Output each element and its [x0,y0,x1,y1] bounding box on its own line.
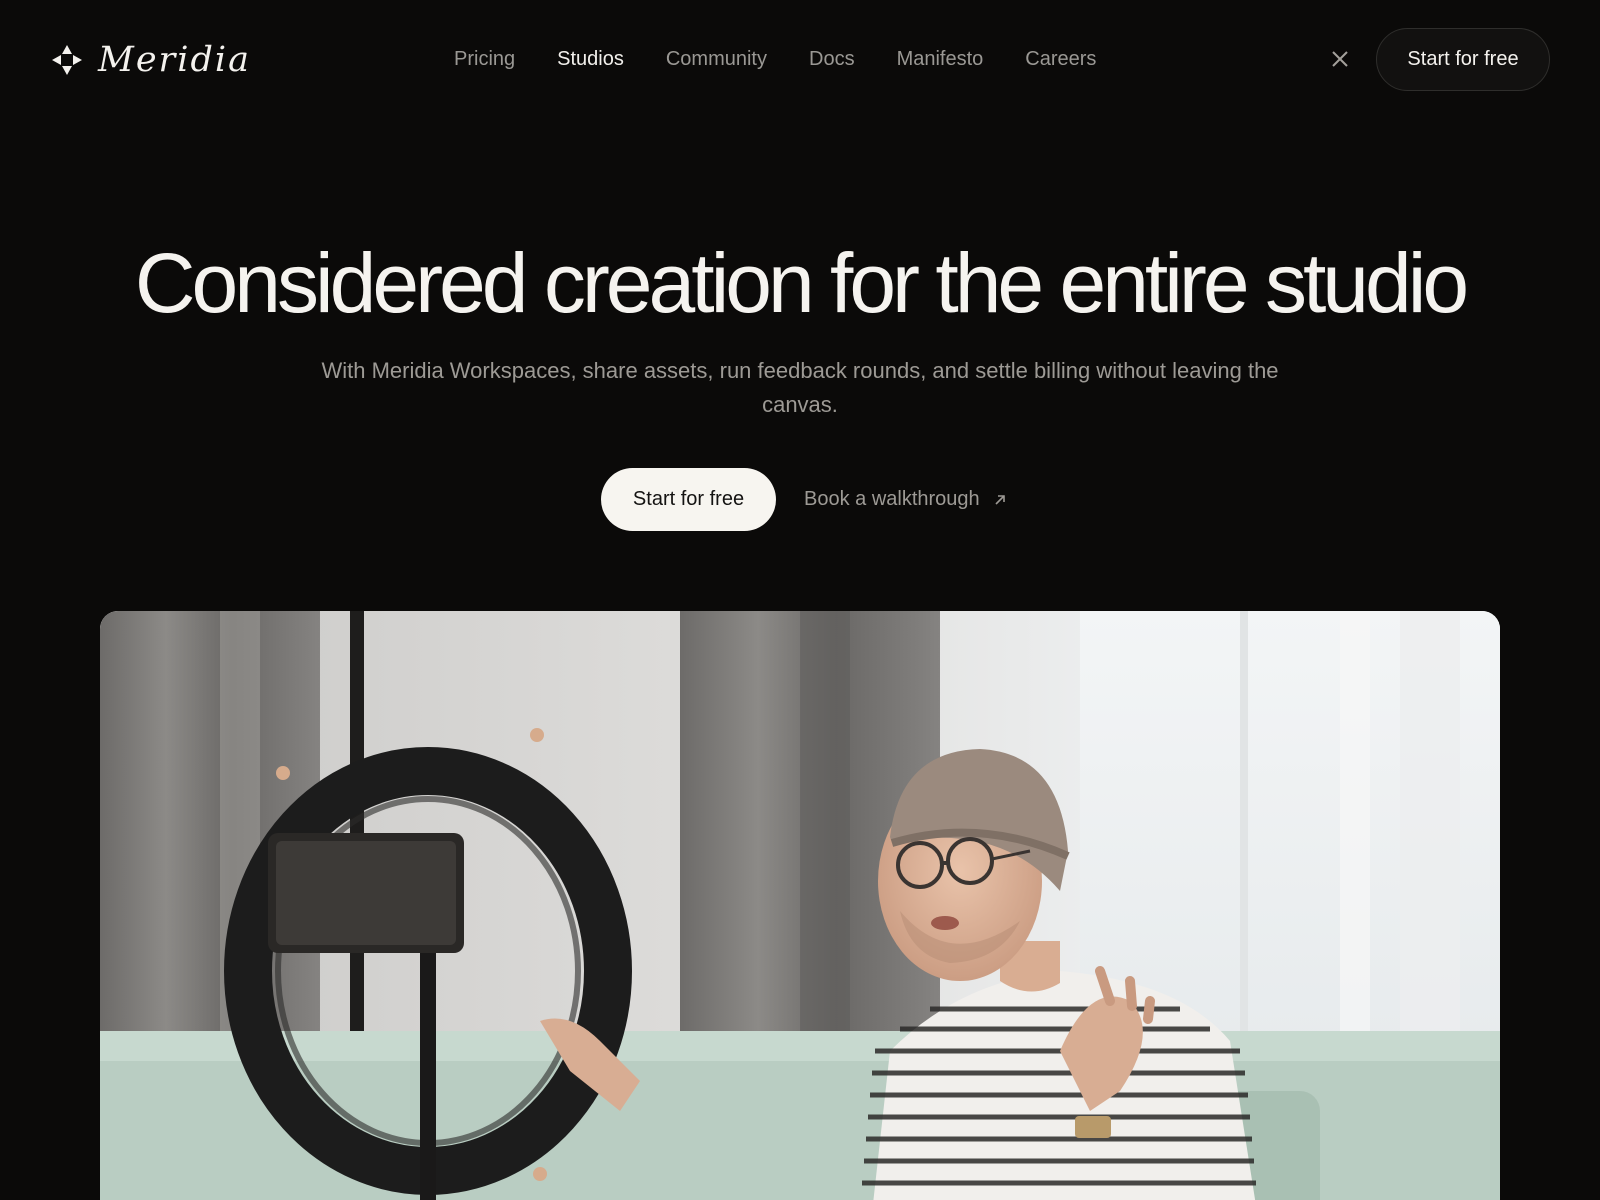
arrow-up-right-icon [995,495,1005,505]
hero-cta-row: Start for free Book a walkthrough [0,468,1600,532]
nav-links: Pricing Studios Community Docs Manifesto… [454,44,1138,74]
hero-start-free-button[interactable]: Start for free [601,468,776,531]
close-icon [1332,51,1348,67]
close-button[interactable] [1326,45,1354,73]
nav-link-studios[interactable]: Studios [557,44,624,74]
nav-link-manifesto[interactable]: Manifesto [897,44,984,74]
brand-logo[interactable]: Meridia [52,38,251,82]
four-pointed-compass-icon [52,45,82,75]
nav-start-free-button[interactable]: Start for free [1376,28,1550,91]
hero-photo [100,611,1500,1200]
nav-link-pricing[interactable]: Pricing [454,44,515,74]
page: Meridia Pricing Studios Community Docs M… [0,0,1600,1200]
nav-link-community[interactable]: Community [666,44,767,74]
hero-title: Considered creation for the entire studi… [134,236,1469,330]
nav-link-careers[interactable]: Careers [1025,44,1096,74]
book-walkthrough-link[interactable]: Book a walkthrough [804,484,1006,514]
hero-photo-illustration [100,611,1500,1200]
top-nav: Meridia Pricing Studios Community Docs M… [0,0,1600,120]
book-walkthrough-label: Book a walkthrough [804,488,980,510]
nav-link-docs[interactable]: Docs [809,44,855,74]
hero-subtitle: With Meridia Workspaces, share assets, r… [321,358,1279,417]
brand-name: Meridia [98,40,251,80]
